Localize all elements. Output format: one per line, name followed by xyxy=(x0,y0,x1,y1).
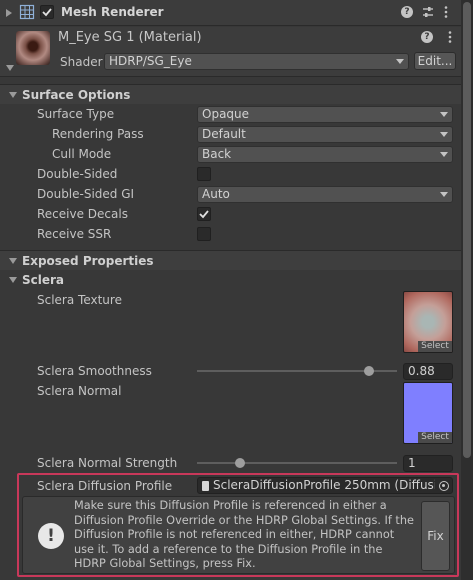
sclera-texture-slot[interactable]: Select xyxy=(403,291,453,353)
receive-decals-label: Receive Decals xyxy=(37,207,128,221)
warning-message: Make sure this Diffusion Profile is refe… xyxy=(74,499,414,571)
cull-mode-row: Cull Mode Back xyxy=(0,144,461,164)
cull-mode-dropdown[interactable]: Back xyxy=(197,146,453,163)
mesh-renderer-icon xyxy=(19,4,35,20)
receive-ssr-checkbox[interactable] xyxy=(197,227,211,241)
sclera-normal-strength-field[interactable]: 1 xyxy=(403,455,453,472)
component-foldout-arrow[interactable] xyxy=(6,9,12,17)
shader-dropdown[interactable]: HDRP/SG_Eye xyxy=(104,53,409,70)
slider-thumb[interactable] xyxy=(364,366,375,376)
double-sided-checkbox[interactable] xyxy=(197,167,211,181)
chevron-down-icon xyxy=(440,132,448,137)
sclera-smoothness-field[interactable]: 0.88 xyxy=(403,363,453,380)
receive-decals-checkbox[interactable] xyxy=(197,207,211,221)
component-title: Mesh Renderer xyxy=(61,5,164,19)
chevron-down-icon xyxy=(440,152,448,157)
component-header: Mesh Renderer ? xyxy=(0,0,461,26)
double-sided-gi-row: Double-Sided GI Auto xyxy=(0,184,461,204)
double-sided-row: Double-Sided xyxy=(0,164,461,184)
inspector-scrollbar[interactable] xyxy=(461,0,473,580)
warning-helpbox: ! Make sure this Diffusion Profile is re… xyxy=(22,496,455,574)
sclera-smoothness-slider[interactable] xyxy=(197,362,397,380)
scrollbar-thumb[interactable] xyxy=(463,2,471,458)
sclera-normal-slot[interactable]: Select xyxy=(403,382,453,444)
preset-settings-icon[interactable] xyxy=(421,5,435,19)
sclera-normal-strength-label: Sclera Normal Strength xyxy=(37,456,178,470)
surface-type-label: Surface Type xyxy=(37,107,115,121)
shader-label: Shader xyxy=(60,55,103,69)
rendering-pass-dropdown[interactable]: Default xyxy=(197,126,453,143)
rendering-pass-row: Rendering Pass Default xyxy=(0,124,461,144)
surface-type-dropdown[interactable]: Opaque xyxy=(197,106,453,123)
slider-track xyxy=(197,462,397,464)
material-name: M_Eye SG 1 (Material) xyxy=(58,30,202,45)
slider-thumb[interactable] xyxy=(235,458,245,468)
shader-value: HDRP/SG_Eye xyxy=(109,54,192,68)
chevron-down-icon xyxy=(440,112,448,117)
check-icon xyxy=(199,210,209,219)
texture-select-button[interactable]: Select xyxy=(418,341,452,352)
material-help-icon[interactable]: ? xyxy=(421,31,433,43)
texture-select-button[interactable]: Select xyxy=(418,432,452,443)
sclera-smoothness-label: Sclera Smoothness xyxy=(37,364,152,378)
sclera-foldout-icon xyxy=(9,277,17,283)
section-foldout-icon xyxy=(9,92,17,98)
material-preview-thumbnail xyxy=(16,31,50,65)
kebab-menu-icon[interactable] xyxy=(443,5,449,19)
section-title: Surface Options xyxy=(22,88,131,102)
surface-type-row: Surface Type Opaque xyxy=(0,104,461,124)
receive-ssr-label: Receive SSR xyxy=(37,227,112,241)
warning-icon: ! xyxy=(38,523,64,549)
cull-mode-label: Cull Mode xyxy=(52,147,112,161)
receive-ssr-row: Receive SSR xyxy=(0,224,461,244)
double-sided-label: Double-Sided xyxy=(37,167,118,181)
sclera-diffusion-profile-field[interactable]: ScleraDiffusionProfile 250mm (Diffusion xyxy=(197,477,453,494)
help-icon[interactable]: ? xyxy=(401,6,413,18)
sclera-texture-label: Sclera Texture xyxy=(37,293,122,307)
double-sided-gi-dropdown[interactable]: Auto xyxy=(197,186,453,203)
sclera-header[interactable]: Sclera xyxy=(0,270,461,290)
rendering-pass-label: Rendering Pass xyxy=(52,127,144,141)
receive-decals-row: Receive Decals xyxy=(0,204,461,224)
object-picker-icon[interactable] xyxy=(439,481,449,491)
check-icon xyxy=(42,8,52,17)
section-foldout-icon xyxy=(9,258,17,264)
chevron-down-icon xyxy=(440,192,448,197)
sclera-normal-label: Sclera Normal xyxy=(37,384,122,398)
fix-button[interactable]: Fix xyxy=(421,501,450,571)
material-header: M_Eye SG 1 (Material) ? Shader HDRP/SG_E… xyxy=(0,27,461,77)
section-title: Exposed Properties xyxy=(22,254,154,268)
asset-icon xyxy=(202,481,209,491)
surface-options-header[interactable]: Surface Options xyxy=(0,84,461,104)
sclera-diffusion-profile-label: Sclera Diffusion Profile xyxy=(37,479,173,493)
exposed-properties-header[interactable]: Exposed Properties xyxy=(0,250,461,270)
material-kebab-icon[interactable] xyxy=(447,30,453,44)
shader-edit-button[interactable]: Edit... xyxy=(414,52,456,70)
chevron-down-icon xyxy=(396,59,404,64)
double-sided-gi-label: Double-Sided GI xyxy=(37,187,135,201)
diffusion-profile-value: ScleraDiffusionProfile 250mm (Diffusion xyxy=(213,478,435,492)
material-foldout-arrow[interactable] xyxy=(6,65,14,71)
component-enabled-checkbox[interactable] xyxy=(40,5,54,19)
sclera-normal-strength-slider[interactable] xyxy=(197,454,397,472)
sclera-title: Sclera xyxy=(22,273,65,287)
